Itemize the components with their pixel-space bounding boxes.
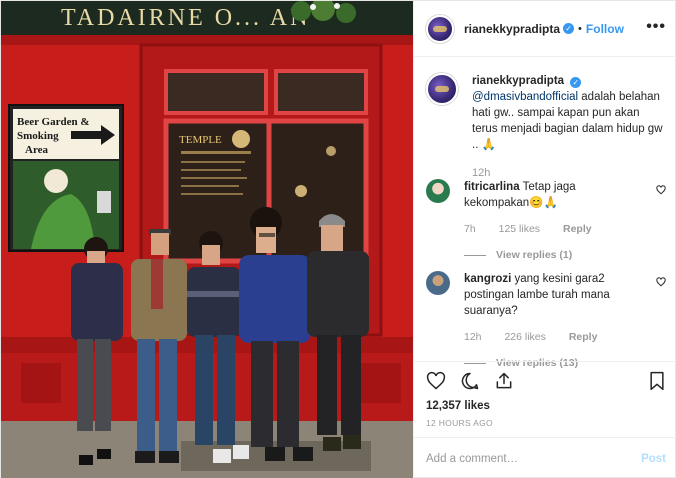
post-side-panel: rianekkypradipta ✓ • Follow ••• rianekky… xyxy=(413,1,676,478)
comment-item: kangrozi yang kesini gara2 postingan lam… xyxy=(426,271,670,371)
action-icons-row xyxy=(426,370,666,392)
comment-time[interactable]: 12h xyxy=(464,331,482,343)
post-comment-button[interactable]: Post xyxy=(641,453,666,465)
comment-like-heart-icon[interactable] xyxy=(656,185,666,195)
share-icon[interactable] xyxy=(494,371,514,391)
more-options-icon[interactable]: ••• xyxy=(646,19,666,35)
instagram-post: TADAIRNE O... AN TEMPLE Beer Garden & Sm… xyxy=(0,0,676,478)
comment-body: kangrozi yang kesini gara2 postingan lam… xyxy=(464,271,642,371)
poster-text-line2: Smoking xyxy=(17,130,59,142)
comment-item: fitricarlina Tetap jaga kekompakan😊🙏 7h … xyxy=(426,179,670,263)
verified-badge-icon: ✓ xyxy=(563,23,575,34)
comment-body: fitricarlina Tetap jaga kekompakan😊🙏 7h … xyxy=(464,179,642,263)
caption-username[interactable]: rianekkypradipta xyxy=(472,75,564,87)
view-replies-link[interactable]: View replies (1) xyxy=(464,247,642,263)
bookmark-icon[interactable] xyxy=(648,371,666,391)
add-comment-bar: Post xyxy=(414,437,676,478)
caption-avatar[interactable] xyxy=(426,73,458,105)
comment-icon[interactable] xyxy=(460,371,480,391)
author-avatar[interactable] xyxy=(426,14,454,43)
comment-input[interactable] xyxy=(426,452,642,465)
poster-text-line1: Beer Garden & xyxy=(17,116,90,128)
post-photo[interactable]: TADAIRNE O... AN TEMPLE Beer Garden & Sm… xyxy=(1,1,413,478)
window-temple-text: TEMPLE xyxy=(179,134,222,146)
comment-likes[interactable]: 125 likes xyxy=(499,223,540,235)
comment-like-heart-icon[interactable] xyxy=(656,277,666,287)
post-header: rianekkypradipta ✓ • Follow ••• xyxy=(414,1,676,57)
commenter-avatar[interactable] xyxy=(426,179,450,203)
comment-meta: 12h 226 likes Reply xyxy=(464,329,642,345)
pub-sign-text: TADAIRNE O... AN xyxy=(61,5,310,31)
comment-likes[interactable]: 226 likes xyxy=(504,331,545,343)
heart-icon[interactable] xyxy=(426,371,446,391)
caption-mention-link[interactable]: @dmasivbandofficial xyxy=(472,91,578,103)
header-separator: • xyxy=(578,22,582,35)
reply-button[interactable]: Reply xyxy=(563,223,592,235)
follow-button[interactable]: Follow xyxy=(586,22,624,36)
comment-meta: 7h 125 likes Reply xyxy=(464,221,642,237)
comment-username[interactable]: fitricarlina xyxy=(464,181,520,193)
post-actions: 12,357 likes 12 HOURS AGO xyxy=(414,361,676,428)
author-username[interactable]: rianekkypradipta xyxy=(464,22,560,36)
caption-text-block: rianekkypradipta ✓ @dmasivbandofficial a… xyxy=(472,73,668,181)
post-time-ago[interactable]: 12 HOURS AGO xyxy=(426,418,666,428)
reply-button[interactable]: Reply xyxy=(569,331,598,343)
comment-time[interactable]: 7h xyxy=(464,223,476,235)
poster-text-line3: Area xyxy=(25,144,49,156)
caption-verified-icon: ✓ xyxy=(570,77,582,88)
post-caption: rianekkypradipta ✓ @dmasivbandofficial a… xyxy=(426,73,670,181)
likes-count[interactable]: 12,357 likes xyxy=(426,400,666,412)
comment-username[interactable]: kangrozi xyxy=(464,273,511,285)
commenter-avatar[interactable] xyxy=(426,271,450,295)
